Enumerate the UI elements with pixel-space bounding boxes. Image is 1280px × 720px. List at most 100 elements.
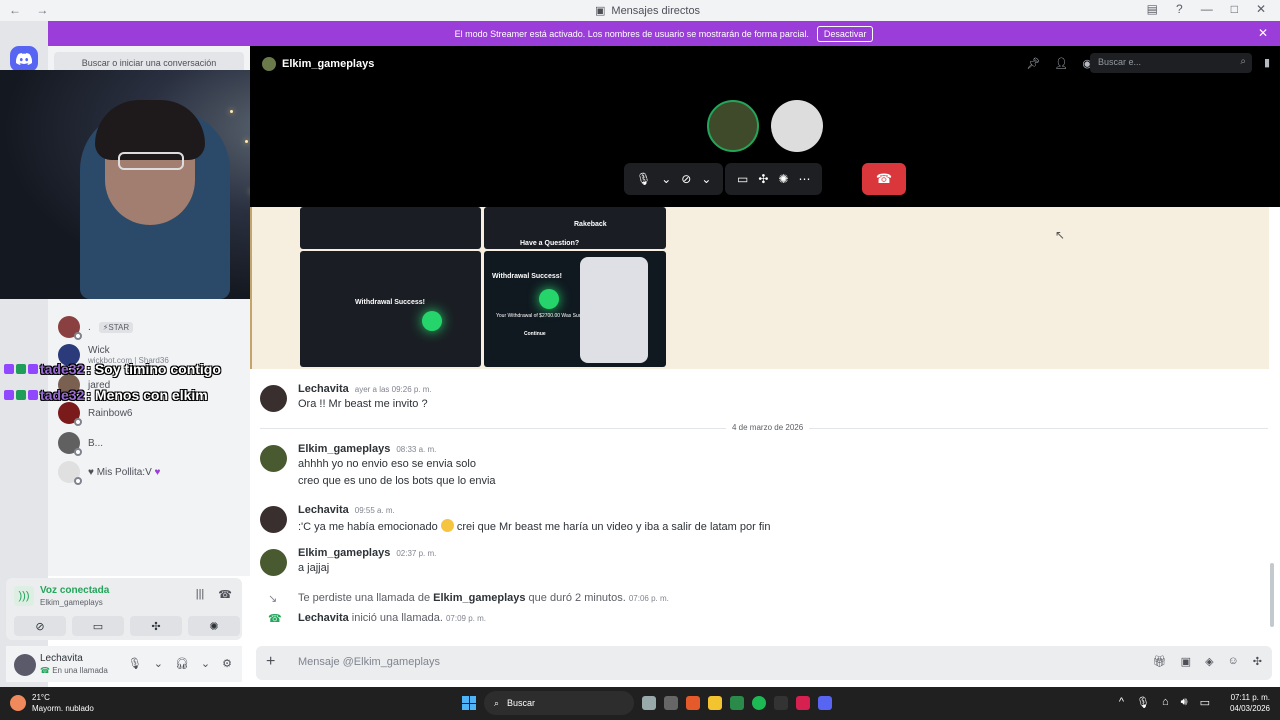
task-view-icon[interactable] [642,696,656,710]
hang-up-button[interactable]: ☎ [862,163,906,195]
capcut-icon[interactable] [774,696,788,710]
emoji-icon[interactable]: ☺ [1228,655,1239,668]
start-button[interactable] [462,696,476,710]
volume-icon[interactable]: 🔊︎ [1181,696,1188,709]
discord-taskbar-icon[interactable] [818,696,832,710]
file-explorer-icon[interactable] [708,696,722,710]
embed-image[interactable]: Rakeback Have a Question? [484,207,666,249]
tray-chevron-icon[interactable]: ^ [1119,696,1124,709]
chevron-down-icon[interactable]: ⌄ [661,172,671,186]
avatar [58,402,82,426]
sub-icon [28,390,38,400]
chat-text: : Menos con elkim [86,387,208,403]
avatar[interactable] [260,506,287,533]
mic-camera-controls: 🎙︎ ⌄ ⊘ ⌄ [624,163,724,195]
search-input[interactable]: Buscar e... ⌕ [1090,53,1252,73]
store-icon[interactable] [730,696,744,710]
clock[interactable]: 07:11 p. m. 04/03/2026 [1230,692,1270,714]
mouse-cursor-icon: ↖ [1055,228,1066,242]
battery-icon[interactable]: ▭ [1200,696,1210,709]
brave-icon[interactable] [686,696,700,710]
chevron-down-icon[interactable]: ⌄ [201,657,210,670]
mic-tray-icon[interactable]: 🎙︎ [1136,696,1150,709]
soundboard-icon[interactable]: ✺ [778,172,788,186]
avatar[interactable] [260,385,287,412]
embed-image[interactable]: Withdrawal Success! [300,251,481,367]
window-controls: ▤ ? — □ ✕ [1147,2,1266,16]
message-author[interactable]: Lechavita 09:55 a. m. [298,504,395,516]
twitch-icon [4,390,14,400]
spotify-icon[interactable] [752,696,766,710]
avatar[interactable] [14,654,36,676]
add-friend-icon[interactable]: 👤︎ [1054,57,1068,70]
headphones-icon[interactable]: 🎧︎ [175,657,189,670]
embed-image[interactable]: Withdrawal Success! Your Withdrawal of $… [484,251,666,367]
activities-button[interactable]: ✣ [130,616,182,636]
inbox-icon[interactable]: ▤ [1147,2,1158,16]
deactivate-button[interactable]: Desactivar [816,25,874,42]
avatar [58,432,82,456]
dm-item[interactable]: . ⚡STAR [58,316,134,340]
help-icon[interactable]: ? [1176,2,1183,16]
signal-icon[interactable]: ))) [14,586,34,606]
message-input[interactable]: Mensaje @Elkim_gameplays [298,656,440,668]
maximize-button[interactable]: □ [1231,2,1238,16]
screen-share-icon[interactable]: ▭ [737,172,748,186]
phone-screenshot [580,257,648,363]
avatar[interactable] [260,549,287,576]
gift-icon[interactable]: 🎁︎ [1153,655,1167,668]
discord-home-icon[interactable] [10,46,38,72]
sub-icon [28,364,38,374]
camera-off-button[interactable]: ⊘ [14,616,66,636]
avatar [58,461,82,485]
chevron-down-icon[interactable]: ⌄ [701,172,711,186]
tiktok-icon[interactable] [796,696,810,710]
participant-avatar[interactable] [707,100,759,152]
settings-icon[interactable]: ⚙ [222,657,232,670]
microphone-icon[interactable]: 🎙︎ [128,657,142,670]
dm-name: B... [88,437,104,449]
sticker-icon[interactable]: ◈ [1205,655,1213,668]
dm-item[interactable]: ♥ Mis Pollita:V ♥ [58,461,160,485]
more-icon[interactable]: ⋯ [798,172,810,186]
message-author[interactable]: Lechavita ayer a las 09:26 p. m. [298,383,432,395]
screen-share-button[interactable]: ▭ [72,616,124,636]
message-composer: + Mensaje @Elkim_gameplays 🎁︎ ▣ ◈ ☺ ✣ [256,646,1272,680]
voice-status[interactable]: Voz conectada [40,585,109,596]
user-name: Lechavita [40,653,83,664]
avatar[interactable] [260,445,287,472]
image-embed: Rakeback Have a Question? Withdrawal Suc… [250,207,1269,369]
nav-arrows[interactable]: ← → [9,3,54,17]
network-icon[interactable]: ⌂ [1162,696,1169,709]
camera-off-icon[interactable]: ⊘ [681,172,691,186]
apps-icon[interactable]: ✣ [1253,655,1262,668]
close-banner-icon[interactable]: ✕ [1258,26,1268,40]
message-author[interactable]: Elkim_gameplays 08:33 a. m. [298,443,436,455]
minimize-button[interactable]: — [1201,2,1213,16]
chevron-down-icon[interactable]: ⌄ [154,657,163,670]
participant-avatar[interactable] [771,100,823,152]
embed-image[interactable] [300,207,481,249]
disconnect-icon[interactable]: ☎ [218,588,232,601]
dm-name: Wick [88,345,110,356]
dm-item[interactable]: Rainbow6 [58,402,132,426]
scrollbar[interactable] [1270,563,1274,627]
close-window-button[interactable]: ✕ [1256,2,1266,16]
widgets-icon[interactable] [664,696,678,710]
message-author[interactable]: Elkim_gameplays 02:37 p. m. [298,547,436,559]
search-icon: ⌕ [494,697,500,708]
dm-item[interactable]: B... [58,432,104,456]
activities-icon[interactable]: ✣ [758,172,768,186]
temperature: 21°C [32,693,50,702]
gif-icon[interactable]: ▣ [1181,655,1191,668]
soundboard-button[interactable]: ✺ [188,616,240,636]
add-attachment-icon[interactable]: + [266,653,275,671]
bookmark-icon[interactable]: ▮ [1264,56,1270,69]
taskbar-search[interactable]: ⌕ Buscar [484,691,634,715]
pin-icon[interactable]: 📌︎ [1026,57,1040,70]
microphone-icon[interactable]: 🎙︎ [636,172,651,186]
weather-widget[interactable]: 21°C Mayorm. nublado [10,692,94,714]
noise-suppression-icon[interactable]: ||| [196,588,205,601]
dm-icon: ▣ [595,5,606,17]
call-started-icon: ☎ [268,613,282,625]
